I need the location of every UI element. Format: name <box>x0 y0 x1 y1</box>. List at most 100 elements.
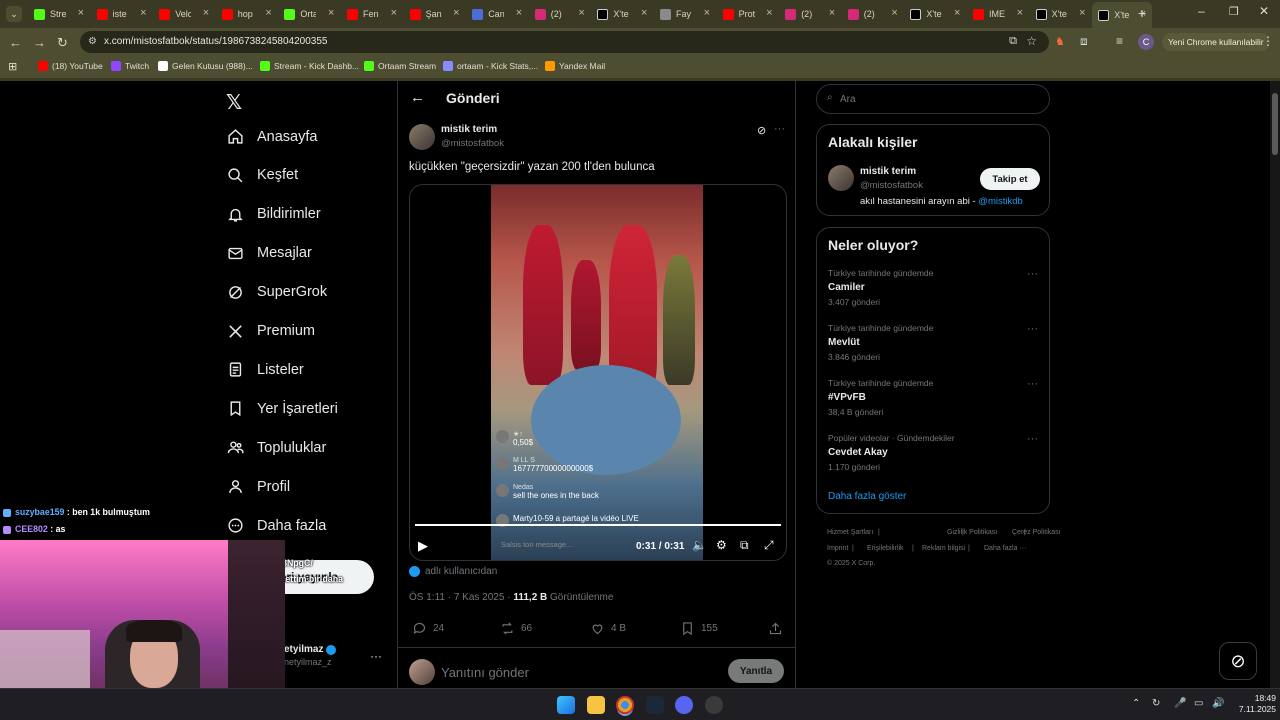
browser-tab[interactable]: (2) × <box>842 4 904 24</box>
browser-tab[interactable]: (2) × <box>779 4 841 24</box>
author-handle[interactable]: @mistosfatbok <box>441 138 504 149</box>
browser-tab[interactable]: (2) × <box>529 4 591 24</box>
share-action[interactable] <box>768 621 789 636</box>
sidebar-item-list[interactable]: Listeler <box>227 361 304 378</box>
obs-icon[interactable] <box>705 696 723 714</box>
picture-in-picture-icon[interactable]: ⧉ <box>740 538 749 553</box>
tab-search-button[interactable]: ⌄ <box>6 6 22 22</box>
install-app-icon[interactable]: ⧉ <box>1009 35 1017 48</box>
sidebar-item-bookmark[interactable]: Yer İşaretleri <box>227 400 338 417</box>
steam-icon[interactable] <box>646 696 664 714</box>
back-arrow-icon[interactable]: ← <box>410 89 425 106</box>
discord-icon[interactable] <box>675 696 693 714</box>
bookmark-item[interactable]: Stream - Kick Dashb... <box>260 61 359 71</box>
tab-close-icon[interactable]: × <box>1017 7 1023 19</box>
related-handle[interactable]: @mistosfatbok <box>860 180 923 191</box>
follow-button[interactable]: Takip et <box>980 168 1040 190</box>
tab-close-icon[interactable]: × <box>641 7 647 19</box>
footer-link[interactable]: Gizlilik Politikası <box>947 529 997 536</box>
browser-tab[interactable]: iste × <box>91 4 153 24</box>
bookmark-item[interactable]: Ortaam Stream <box>364 61 436 71</box>
file-explorer-icon[interactable] <box>587 696 605 714</box>
sidebar-item-person[interactable]: Profil <box>227 478 290 495</box>
sidebar-item-grok[interactable]: SuperGrok <box>227 284 327 301</box>
tab-close-icon[interactable]: × <box>140 7 146 19</box>
sync-icon[interactable]: ↻ <box>1152 698 1160 709</box>
play-icon[interactable]: ▶ <box>418 538 428 554</box>
more-dots-icon[interactable]: ··· <box>370 649 382 663</box>
x-logo-icon[interactable]: 𝕏 <box>226 90 242 115</box>
footer-link[interactable]: Reklam bilgisi <box>922 545 965 552</box>
trend-item[interactable]: Türkiye tarihinde gündemde Camiler 3.407 g… <box>828 268 1038 307</box>
new-tab-button[interactable]: + <box>1138 5 1146 21</box>
browser-tab[interactable]: IME × <box>967 4 1029 24</box>
site-info-icon[interactable]: ⚙ <box>88 36 97 47</box>
close-window-button[interactable]: ✕ <box>1259 4 1269 18</box>
account-switcher[interactable]: etyilmaz netyilmaz_z ··· <box>284 644 394 667</box>
tab-close-icon[interactable]: × <box>954 7 960 19</box>
minimize-button[interactable]: – <box>1198 4 1205 18</box>
chrome-update-button[interactable]: Yeni Chrome kullanılabilir <box>1162 33 1270 51</box>
tab-close-icon[interactable]: × <box>1079 7 1085 19</box>
reload-button[interactable]: ↻ <box>57 35 68 51</box>
reply-button[interactable]: Yanıtla <box>728 659 784 683</box>
like-action[interactable]: 4 B <box>590 621 626 636</box>
browser-tab[interactable]: hop × <box>216 4 278 24</box>
browser-tab[interactable]: X'te × <box>591 4 653 24</box>
browser-tab[interactable]: Velc × <box>153 4 215 24</box>
start-menu-icon[interactable] <box>557 696 575 714</box>
back-button[interactable]: ← <box>9 35 22 50</box>
footer-link[interactable]: Imprint <box>827 545 848 552</box>
more-dots-icon[interactable]: ··· <box>1027 323 1038 335</box>
fullscreen-icon[interactable]: ⤢ <box>764 538 774 553</box>
tab-close-icon[interactable]: × <box>829 7 835 19</box>
trend-item[interactable]: Türkiye tarihinde gündemde Mevlüt 3.846 gö… <box>828 323 1038 362</box>
search-input[interactable]: ⌕ Ara <box>816 84 1050 114</box>
footer-link[interactable]: Daha fazla ··· <box>984 545 1026 552</box>
bookmark-item[interactable]: Gelen Kutusu (988)... <box>158 61 253 71</box>
tab-close-icon[interactable]: × <box>891 7 897 19</box>
tab-close-icon[interactable]: × <box>203 7 209 19</box>
author-name[interactable]: mistik terim <box>441 124 497 135</box>
more-dots-icon[interactable]: ··· <box>1027 433 1038 445</box>
more-dots-icon[interactable]: ··· <box>1027 378 1038 390</box>
video-progress-bar[interactable] <box>415 524 781 526</box>
browser-tab[interactable]: Şan × <box>404 4 466 24</box>
footer-link[interactable]: Hizmet Şartları <box>827 529 873 536</box>
browser-tab[interactable]: X'te × <box>904 4 966 24</box>
network-icon[interactable]: ▭ <box>1194 698 1203 709</box>
grok-icon[interactable]: ⊘ <box>757 124 766 137</box>
maximize-button[interactable]: ❐ <box>1229 5 1239 18</box>
trend-item[interactable]: Türkiye tarihinde gündemde #VPvFB 38,4 B g… <box>828 378 1038 417</box>
footer-link[interactable]: Çerez Politikası <box>1012 529 1061 536</box>
tab-close-icon[interactable]: × <box>704 7 710 19</box>
browser-tab[interactable]: Stre × <box>28 4 90 24</box>
extensions-puzzle-icon[interactable]: ⧈ <box>1080 34 1088 49</box>
source-text[interactable]: adlı kullanıcıdan <box>425 566 497 577</box>
microphone-icon[interactable]: 🎤 <box>1174 698 1186 709</box>
bookmark-star-icon[interactable]: ☆ <box>1026 34 1037 48</box>
forward-button[interactable]: → <box>33 35 46 50</box>
sidebar-item-bell[interactable]: Bildirimler <box>227 206 321 223</box>
more-dots-icon[interactable]: ··· <box>774 123 785 135</box>
media-control-icon[interactable]: ≡ <box>1116 34 1123 48</box>
video-player[interactable]: ★↑ 0,50$ M LL S 16777770000000000$ Nedas sell… <box>409 184 787 561</box>
show-more-link[interactable]: Daha fazla göster <box>828 491 906 502</box>
tab-close-icon[interactable]: × <box>516 7 522 19</box>
profile-avatar[interactable]: C <box>1138 34 1154 50</box>
tab-close-icon[interactable]: × <box>328 7 334 19</box>
related-avatar[interactable] <box>828 165 854 191</box>
sidebar-item-mail[interactable]: Mesajlar <box>227 245 312 262</box>
post-timestamp[interactable]: ÖS 1:11 · 7 Kas 2025 · <box>409 592 513 603</box>
clock[interactable]: 18:49 7.11.2025 <box>1230 693 1276 715</box>
tab-close-icon[interactable]: × <box>453 7 459 19</box>
tab-close-icon[interactable]: × <box>265 7 271 19</box>
apps-grid-icon[interactable]: ⊞ <box>8 60 17 73</box>
footer-link[interactable]: Erişilebilirlik <box>867 545 904 552</box>
bookmark-action[interactable]: 155 <box>680 621 718 636</box>
browser-tab[interactable]: Fen × <box>341 4 403 24</box>
related-bio-link[interactable]: @mistikdb <box>978 196 1023 207</box>
speaker-icon[interactable]: 🔊 <box>1212 698 1224 709</box>
settings-gear-icon[interactable]: ⚙ <box>716 538 727 552</box>
tray-chevron-icon[interactable]: ⌃ <box>1132 698 1140 709</box>
